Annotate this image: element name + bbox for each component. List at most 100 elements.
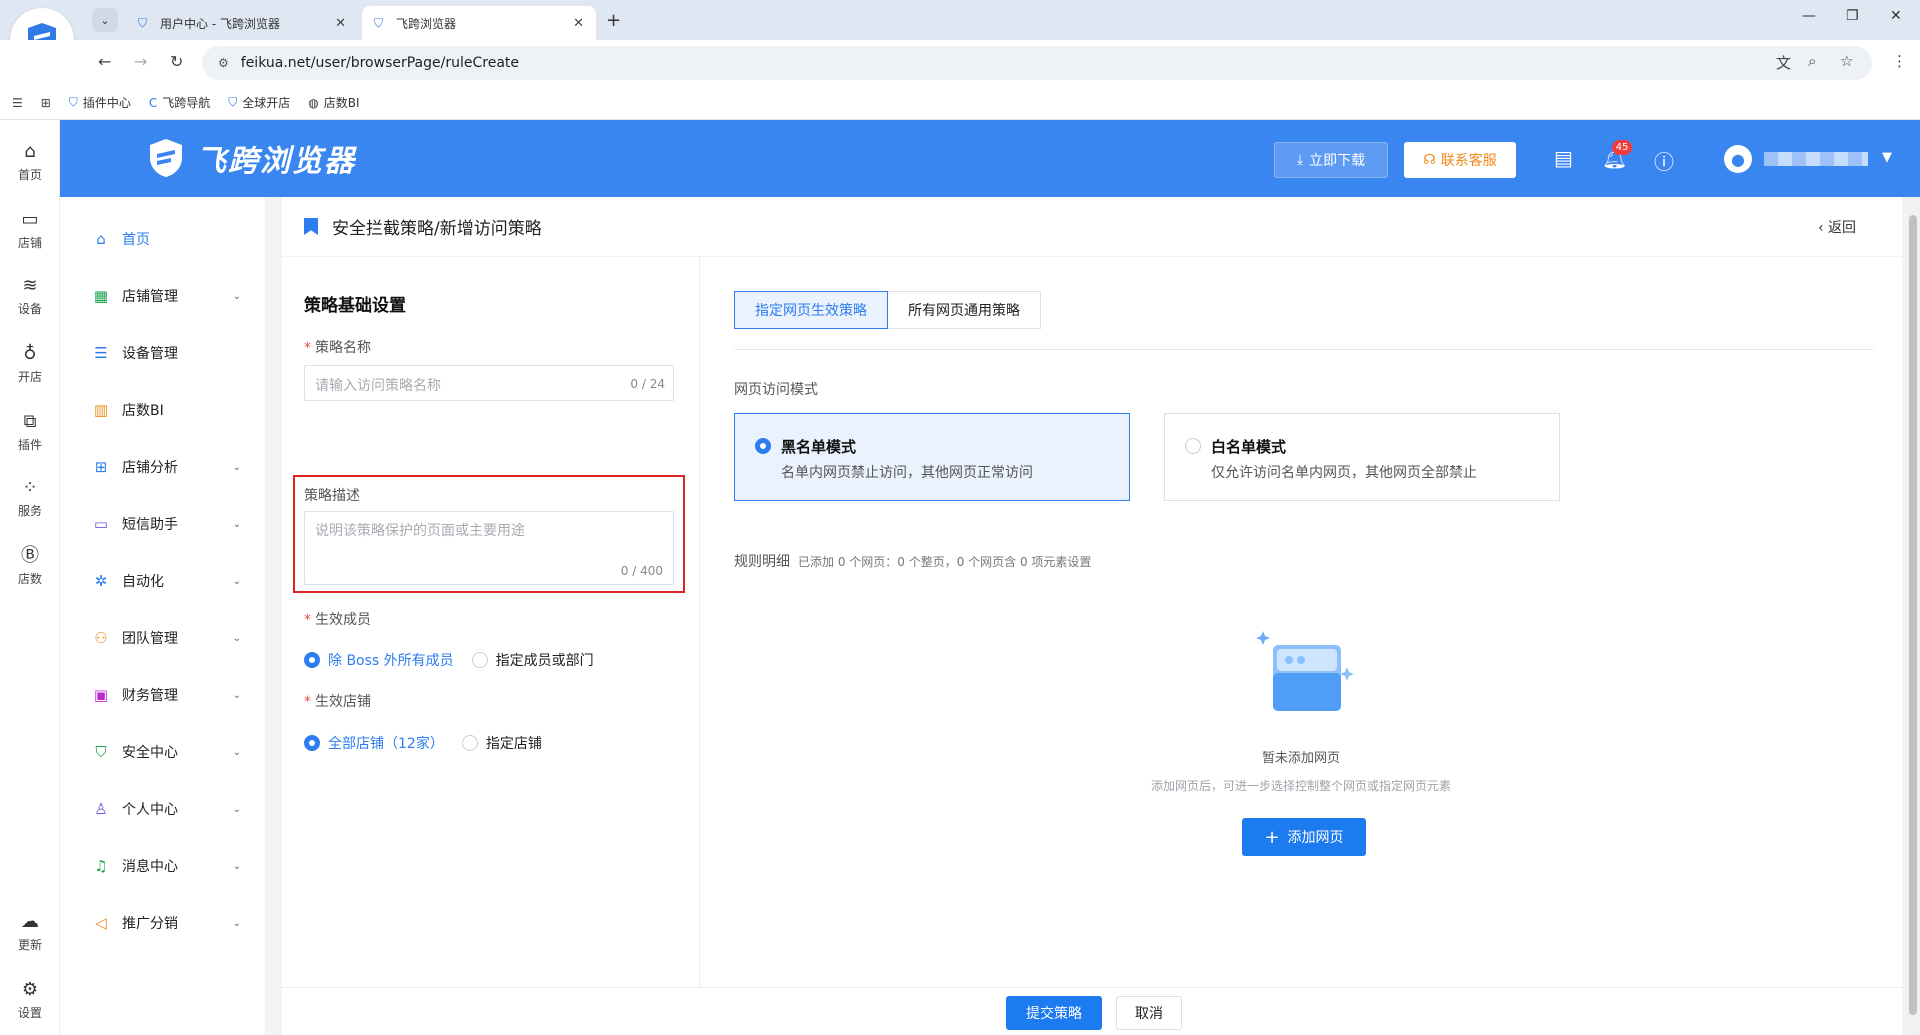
radio-blacklist[interactable] bbox=[755, 438, 771, 454]
avatar[interactable]: ● bbox=[1724, 145, 1752, 173]
menu-item-promotion[interactable]: ◁ 推广分销 ⌄ bbox=[60, 903, 265, 943]
bookmark-global-store[interactable]: ⛉ 全球开店 bbox=[228, 94, 290, 111]
close-icon[interactable]: ✕ bbox=[573, 16, 584, 31]
required-mark: * bbox=[304, 694, 311, 710]
close-window-icon[interactable]: ✕ bbox=[1890, 8, 1902, 24]
message-icon: ▭ bbox=[93, 515, 109, 533]
document-icon[interactable]: ▤ bbox=[1554, 146, 1573, 170]
bookmark-plugins[interactable]: ⛉ 插件中心 bbox=[69, 94, 131, 111]
rail-item-services[interactable]: ⁘ 服务 bbox=[0, 478, 60, 519]
back-arrow-icon[interactable]: ← bbox=[98, 52, 111, 71]
menu-item-store-mgmt[interactable]: ▦ 店铺管理 ⌄ bbox=[60, 276, 265, 316]
sidebar-toggle-icon[interactable]: ☰ bbox=[12, 96, 23, 110]
shield-logo-icon bbox=[150, 139, 182, 177]
bookmark-bi[interactable]: ◍ 店数BI bbox=[308, 94, 359, 111]
radio-all-members[interactable] bbox=[304, 652, 320, 668]
menu-item-profile[interactable]: ♙ 个人中心 ⌄ bbox=[60, 789, 265, 829]
chevron-down-icon: ⌄ bbox=[232, 518, 241, 530]
radio-whitelist[interactable] bbox=[1185, 438, 1201, 454]
submit-policy-button[interactable]: 提交策略 bbox=[1006, 996, 1102, 1030]
policy-name-counter: 0 / 24 bbox=[630, 377, 665, 391]
new-tab-icon[interactable]: + bbox=[606, 10, 621, 31]
policy-desc-textarea[interactable]: 说明该策略保护的页面或主要用途 0 / 400 bbox=[304, 511, 674, 585]
rules-pane: 指定网页生效策略 所有网页通用策略 网页访问模式 黑名单模式 名单内网页禁止访问… bbox=[700, 257, 1902, 987]
radio-all-members-label[interactable]: 除 Boss 外所有成员 bbox=[328, 650, 454, 670]
bookmark-icon bbox=[304, 218, 318, 235]
chevron-left-icon: ‹ bbox=[1817, 220, 1828, 236]
rail-item-update[interactable]: ☁ 更新 bbox=[0, 912, 60, 953]
tab-list-dropdown[interactable]: ⌄ bbox=[92, 8, 118, 32]
radio-all-stores[interactable] bbox=[304, 735, 320, 751]
rule-details-header: 规则明细 已添加 0 个网页：0 个整页，0 个网页含 0 项元素设置 bbox=[734, 551, 1091, 571]
bi-icon: Ⓑ bbox=[21, 545, 39, 566]
members-radio-group: 除 Boss 外所有成员 指定成员或部门 bbox=[304, 650, 594, 670]
restore-icon[interactable]: ❐ bbox=[1846, 8, 1859, 24]
rail-item-home[interactable]: ⌂ 首页 bbox=[0, 142, 60, 183]
team-icon: ⚇ bbox=[94, 629, 108, 647]
menu-item-security[interactable]: ⛉ 安全中心 ⌄ bbox=[60, 732, 265, 772]
menu-item-bi[interactable]: ▥ 店数BI bbox=[60, 390, 265, 430]
scrollbar[interactable] bbox=[1906, 197, 1920, 1035]
tab-all-pages[interactable]: 所有网页通用策略 bbox=[888, 291, 1041, 329]
menu-item-store-analysis[interactable]: ⊞ 店铺分析 ⌄ bbox=[60, 447, 265, 487]
rail-item-device[interactable]: ≋ 设备 bbox=[0, 276, 60, 317]
blacklist-mode-card[interactable]: 黑名单模式 名单内网页禁止访问，其他网页正常访问 bbox=[734, 413, 1130, 501]
shield-icon: ⛉ bbox=[68, 95, 78, 109]
menu-item-messages[interactable]: ♫ 消息中心 ⌄ bbox=[60, 846, 265, 886]
chevron-down-icon: ⌄ bbox=[232, 290, 241, 302]
strategy-tabs: 指定网页生效策略 所有网页通用策略 bbox=[734, 291, 1041, 329]
tab-feikua-browser[interactable]: ⛉ 飞跨浏览器 ✕ bbox=[362, 6, 596, 40]
reload-icon[interactable]: ↻ bbox=[170, 52, 183, 71]
chevron-down-icon: ⌄ bbox=[232, 803, 241, 815]
minimize-icon[interactable]: — bbox=[1802, 8, 1816, 24]
policy-name-input[interactable]: 请输入访问策略名称 0 / 24 bbox=[304, 365, 674, 401]
whitelist-mode-card[interactable]: 白名单模式 仅允许访问名单内网页，其他网页全部禁止 bbox=[1164, 413, 1560, 501]
apps-grid-icon[interactable]: ⊞ bbox=[41, 96, 51, 110]
blacklist-desc: 名单内网页禁止访问，其他网页正常访问 bbox=[781, 465, 1033, 481]
menu-item-team[interactable]: ⚇ 团队管理 ⌄ bbox=[60, 618, 265, 658]
add-page-button[interactable]: + 添加网页 bbox=[1242, 818, 1366, 856]
site-settings-icon[interactable]: ⚙ bbox=[218, 56, 229, 70]
rail-item-plugins[interactable]: ⧉ 插件 bbox=[0, 412, 60, 453]
menu-item-device-mgmt[interactable]: ☰ 设备管理 bbox=[60, 333, 265, 373]
menu-item-home[interactable]: ⌂ 首页 bbox=[60, 219, 265, 259]
radio-all-stores-label[interactable]: 全部店铺（12家） bbox=[328, 733, 444, 753]
radio-specific-members[interactable] bbox=[471, 652, 488, 668]
radio-specific-stores-label[interactable]: 指定店铺 bbox=[486, 733, 542, 753]
footer-actions: 提交策略 取消 bbox=[282, 987, 1902, 1035]
forward-arrow-icon[interactable]: → bbox=[134, 52, 147, 71]
rail-item-settings[interactable]: ⚙ 设置 bbox=[0, 980, 60, 1021]
back-button[interactable]: ‹ 返回 bbox=[1818, 217, 1856, 237]
menu-item-automation[interactable]: ✲ 自动化 ⌄ bbox=[60, 561, 265, 601]
c-logo-icon: C bbox=[148, 95, 158, 110]
rail-item-open-store[interactable]: ♁ 开店 bbox=[0, 344, 60, 385]
policy-name-placeholder: 请输入访问策略名称 bbox=[315, 378, 441, 394]
zoom-icon[interactable]: ⌕ bbox=[1808, 52, 1816, 70]
more-menu-icon[interactable]: ⋮ bbox=[1892, 52, 1907, 70]
bookmark-nav[interactable]: C 飞跨导航 bbox=[149, 94, 210, 111]
menu-item-finance[interactable]: ▣ 财务管理 ⌄ bbox=[60, 675, 265, 715]
tab-specific-pages[interactable]: 指定网页生效策略 bbox=[734, 291, 888, 329]
radio-specific-stores[interactable] bbox=[461, 735, 478, 751]
translate-icon[interactable]: 文 bbox=[1776, 52, 1791, 73]
radio-specific-members-label[interactable]: 指定成员或部门 bbox=[496, 650, 594, 670]
rail-item-store[interactable]: ▭ 店铺 bbox=[0, 210, 60, 251]
menu-item-sms[interactable]: ▭ 短信助手 ⌄ bbox=[60, 504, 265, 544]
stores-label: * 生效店铺 bbox=[304, 694, 371, 710]
chevron-down-icon[interactable]: ▼ bbox=[1882, 150, 1892, 165]
address-bar[interactable]: ⚙ feikua.net/user/browserPage/ruleCreate bbox=[202, 46, 1872, 80]
policy-name-label: * 策略名称 bbox=[304, 340, 371, 356]
username-redacted[interactable] bbox=[1764, 152, 1868, 166]
download-button[interactable]: ⤓ 立即下载 bbox=[1274, 142, 1388, 178]
close-icon[interactable]: ✕ bbox=[335, 16, 346, 31]
rail-item-bi[interactable]: Ⓑ 店数 bbox=[0, 546, 60, 587]
bookmark-star-icon[interactable]: ☆ bbox=[1840, 52, 1853, 70]
cancel-button[interactable]: 取消 bbox=[1116, 996, 1182, 1030]
tab-user-center[interactable]: ⛉ 用户中心 - 飞跨浏览器 ✕ bbox=[126, 6, 358, 40]
scroll-thumb[interactable] bbox=[1909, 215, 1917, 1015]
contact-support-button[interactable]: ☊ 联系客服 bbox=[1404, 142, 1516, 178]
brand-logo[interactable]: 飞跨浏览器 bbox=[144, 136, 356, 180]
server-icon: ☰ bbox=[94, 344, 108, 362]
help-icon[interactable]: ⓘ bbox=[1654, 146, 1674, 175]
members-label: * 生效成员 bbox=[304, 612, 371, 628]
